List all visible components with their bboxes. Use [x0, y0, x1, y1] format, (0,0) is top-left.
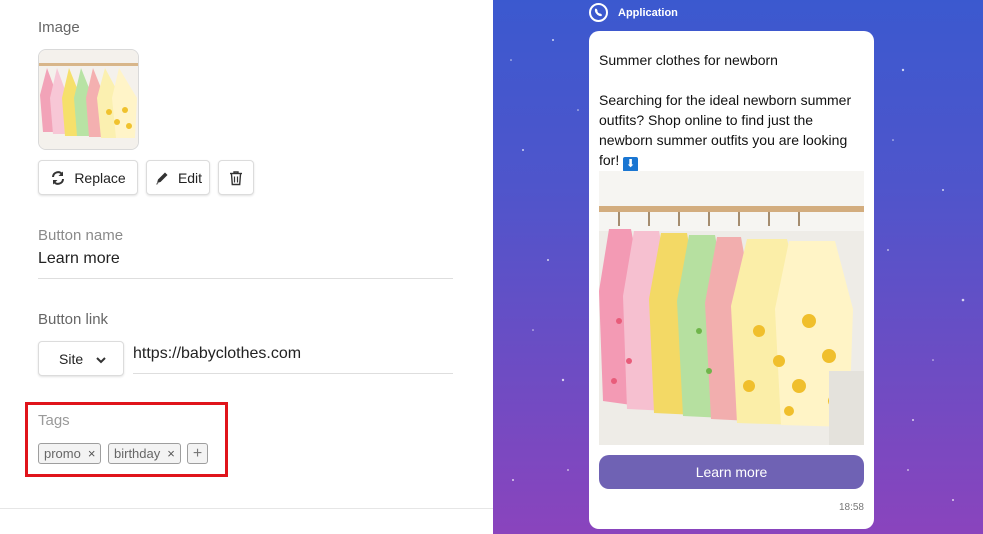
- link-type-value: Site: [59, 350, 84, 367]
- replace-button-label: Replace: [74, 169, 126, 186]
- close-icon[interactable]: ×: [88, 446, 96, 461]
- edit-button-label: Edit: [177, 169, 203, 186]
- message-title: Summer clothes for newborn: [599, 52, 778, 68]
- button-link-underline: [133, 373, 453, 374]
- tag-chip: birthday ×: [108, 443, 181, 464]
- tags-label: Tags: [38, 412, 70, 429]
- message-bubble: Summer clothes for newborn Searching for…: [589, 31, 874, 529]
- refresh-icon: [50, 170, 66, 186]
- dresses-thumbnail-image: [39, 50, 138, 149]
- app-name: Application: [618, 7, 678, 19]
- image-thumbnail[interactable]: [38, 49, 139, 150]
- message-preview: Application Summer clothes for newborn S…: [493, 0, 983, 534]
- tag-label: birthday: [114, 446, 161, 461]
- message-text: Summer clothes for newborn Searching for…: [599, 50, 861, 172]
- replace-button[interactable]: Replace: [38, 160, 138, 195]
- divider: [0, 508, 493, 509]
- link-type-select[interactable]: Site: [38, 341, 124, 376]
- edit-button[interactable]: Edit: [146, 160, 210, 195]
- message-timestamp: 18:58: [838, 502, 864, 513]
- button-link-label: Button link: [38, 311, 109, 328]
- viber-icon: [589, 3, 608, 22]
- message-image: [599, 171, 864, 445]
- image-label: Image: [38, 19, 80, 36]
- tag-chip: promo ×: [38, 443, 102, 464]
- pencil-icon: [154, 170, 170, 186]
- button-name-label: Button name: [38, 227, 124, 244]
- learn-more-button[interactable]: Learn more: [599, 455, 864, 489]
- close-icon[interactable]: ×: [167, 446, 175, 461]
- button-name-underline: [38, 278, 453, 279]
- chevron-down-icon: [95, 353, 107, 365]
- dresses-on-rack-image: [599, 171, 864, 445]
- message-editor: Image Replace Edit Button name Learn mor…: [0, 0, 493, 534]
- plus-icon: +: [192, 444, 203, 462]
- trash-icon: [228, 170, 244, 186]
- button-name-input[interactable]: Learn more: [38, 250, 120, 268]
- tag-label: promo: [44, 446, 81, 461]
- delete-button[interactable]: [218, 160, 254, 195]
- down-arrow-icon: ⬇: [623, 157, 639, 172]
- add-tag-button[interactable]: +: [187, 443, 208, 464]
- button-link-input[interactable]: https://babyclothes.com: [133, 345, 301, 363]
